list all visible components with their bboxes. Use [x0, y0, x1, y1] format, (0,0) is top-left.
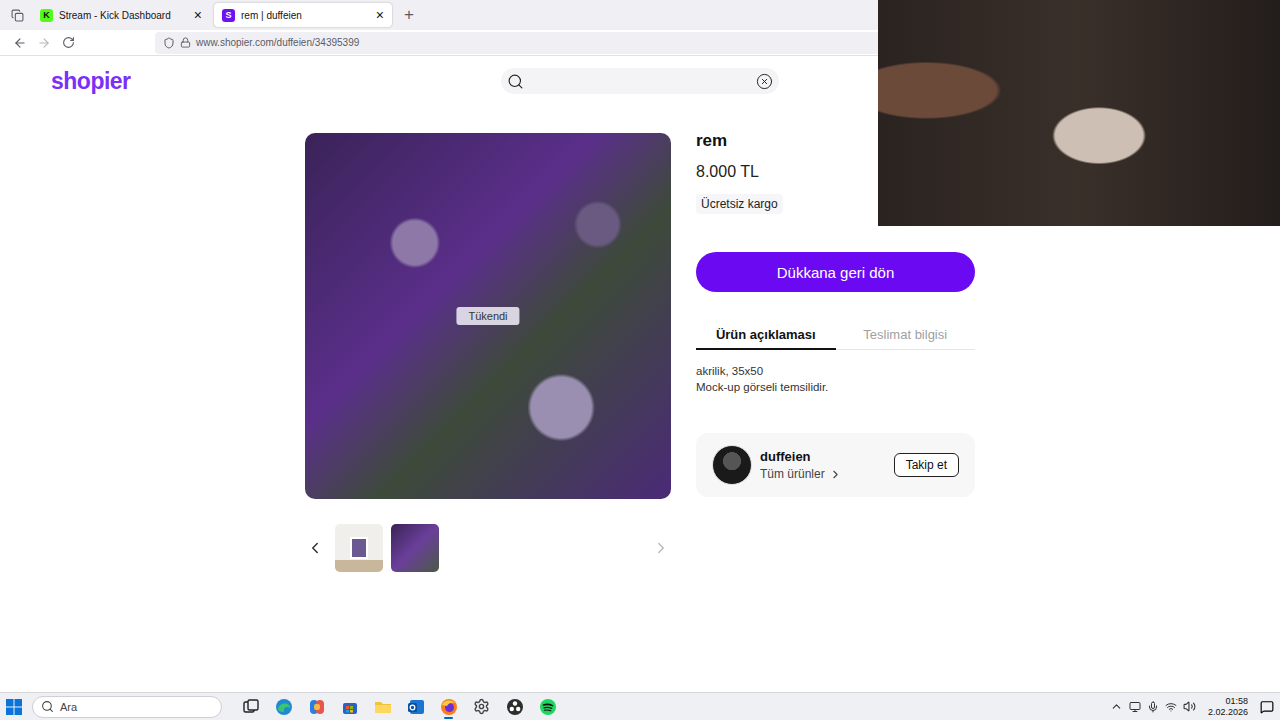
mail-icon [407, 698, 425, 716]
spotify-icon [539, 698, 557, 716]
chevron-left-icon [306, 539, 324, 557]
windows-start-icon[interactable] [6, 699, 22, 715]
taskbar: Ara 01:582.02.2026 [0, 692, 1280, 720]
arrow-right-icon [37, 36, 51, 50]
reload-button[interactable] [56, 32, 80, 54]
follow-button[interactable]: Takip et [894, 453, 959, 477]
tab-label: Stream - Kick Dashboard [59, 10, 188, 21]
clock-date: 2.02.2026 [1208, 707, 1248, 718]
search-box[interactable] [501, 68, 779, 94]
mockup-frame [350, 537, 368, 559]
obs-icon [506, 698, 524, 716]
back-to-shop-button[interactable]: Dükkana geri dön [696, 252, 975, 292]
clock-time: 01:58 [1225, 696, 1248, 707]
firefox-icon [440, 698, 458, 716]
chevron-up-icon[interactable] [1110, 700, 1123, 713]
gallery: Tükendi [305, 133, 671, 572]
tab-label: rem | duffeien [241, 10, 370, 21]
product-description: akrilik, 35x50Mock-up görseli temsilidir… [696, 363, 975, 395]
reload-icon [62, 36, 75, 49]
favicon-icon: S [222, 9, 235, 22]
search-icon [41, 700, 54, 713]
all-products-link[interactable]: Tüm ürünler [760, 467, 842, 481]
seller-avatar[interactable] [712, 445, 752, 485]
sold-out-badge: Tükendi [456, 307, 519, 325]
shield-icon [163, 37, 175, 49]
thumbnail[interactable] [335, 524, 383, 572]
folder-icon [374, 698, 392, 716]
edge-icon [275, 698, 293, 716]
volume-icon[interactable] [1183, 700, 1196, 713]
description-line: akrilik, 35x50 [696, 363, 975, 379]
search-icon [507, 73, 524, 90]
info-tab[interactable]: Ürün açıklaması [696, 327, 836, 350]
task-view-icon [242, 698, 260, 716]
seller-card: duffeien Tüm ürünler Takip et [696, 433, 975, 497]
webcam-overlay [878, 0, 1280, 226]
browser-tab[interactable]: K Stream - Kick Dashboard × [32, 3, 210, 27]
chevron-right-icon [652, 539, 670, 557]
url-text: www.shopier.com/duffeien/34395399 [196, 37, 359, 48]
store-icon [341, 698, 359, 716]
taskbar-app[interactable] [236, 694, 265, 720]
wifi-icon[interactable] [1165, 701, 1177, 713]
seller-info: duffeien Tüm ürünler [760, 449, 842, 481]
tab-list-button[interactable] [6, 4, 28, 26]
monitor-icon[interactable] [1129, 701, 1141, 713]
arrow-left-icon [13, 36, 27, 50]
info-tabs: Ürün açıklamasıTeslimat bilgisi [696, 327, 975, 350]
lock-icon [180, 37, 191, 48]
search-placeholder: Ara [60, 701, 77, 713]
screen: KStream - Kick Dashboard×Srem | duffeien… [0, 0, 1280, 720]
tab-close-button[interactable]: × [194, 8, 202, 22]
forward-button[interactable] [32, 32, 56, 54]
favicon-icon: K [40, 9, 53, 22]
chevron-right-icon [829, 468, 842, 481]
copilot-icon [308, 698, 326, 716]
shipping-tag: Ücretsiz kargo [696, 194, 783, 214]
gear-icon [473, 698, 490, 715]
taskbar-search[interactable]: Ara [32, 696, 222, 718]
taskbar-app[interactable] [467, 694, 496, 720]
taskbar-app[interactable] [500, 694, 529, 720]
clear-icon[interactable] [756, 73, 773, 90]
seller-name[interactable]: duffeien [760, 449, 842, 464]
system-tray [1110, 700, 1196, 713]
shopier-logo[interactable]: shopier [0, 68, 501, 95]
browser-tab[interactable]: Srem | duffeien × [214, 3, 392, 27]
taskbar-app[interactable] [434, 694, 463, 720]
back-button[interactable] [8, 32, 32, 54]
next-button[interactable] [651, 524, 671, 572]
thumbnail-row [305, 524, 671, 572]
previous-button[interactable] [305, 524, 325, 572]
thumbnail[interactable] [391, 524, 439, 572]
taskbar-app[interactable] [401, 694, 430, 720]
tab-close-button[interactable]: × [376, 8, 384, 22]
tab-list-icon [11, 9, 24, 22]
taskbar-app[interactable] [368, 694, 397, 720]
info-tab[interactable]: Teslimat bilgisi [836, 327, 976, 350]
taskbar-app[interactable] [269, 694, 298, 720]
product-image: Tükendi [305, 133, 671, 499]
microphone-icon[interactable] [1147, 701, 1159, 713]
clock[interactable]: 01:582.02.2026 [1200, 696, 1256, 718]
taskbar-app[interactable] [335, 694, 364, 720]
taskbar-app[interactable] [302, 694, 331, 720]
new-tab-button[interactable]: + [396, 5, 422, 25]
notification-icon[interactable] [1260, 700, 1274, 714]
search-input[interactable] [530, 73, 750, 89]
taskbar-app[interactable] [533, 694, 562, 720]
description-line: Mock-up görseli temsilidir. [696, 379, 975, 395]
